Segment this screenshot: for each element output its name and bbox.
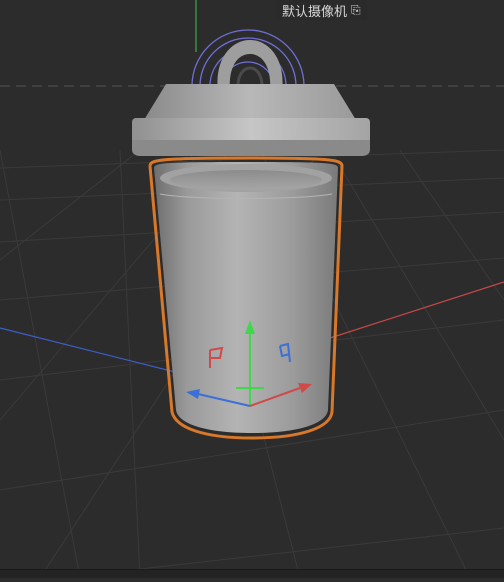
camera-lock-icon[interactable]: ⎘ bbox=[351, 3, 361, 18]
3d-viewport[interactable]: 默认摄像机 ⎘ bbox=[0, 0, 504, 579]
viewport-bottom-bar bbox=[0, 569, 504, 578]
trash-can-lid[interactable] bbox=[132, 84, 370, 156]
camera-selector[interactable]: 默认摄像机 ⎘ bbox=[276, 0, 367, 20]
trash-can-body[interactable] bbox=[154, 162, 338, 433]
viewport-canvas bbox=[0, 0, 504, 579]
camera-name: 默认摄像机 bbox=[282, 4, 348, 20]
